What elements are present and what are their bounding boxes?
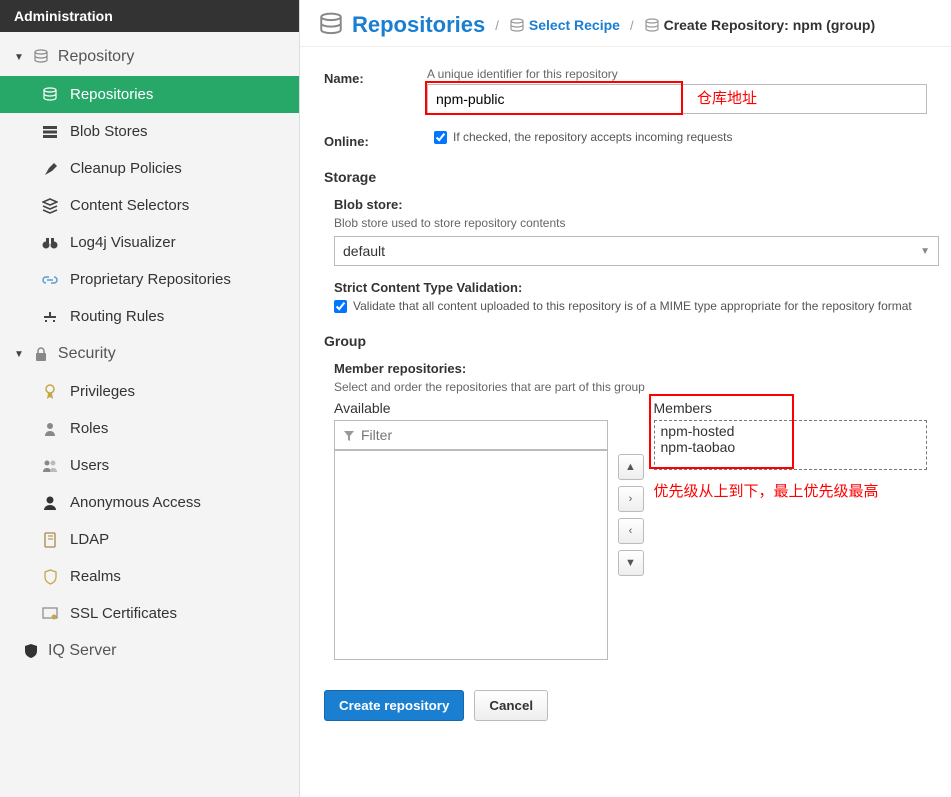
members-header: Members [654,400,928,416]
sidebar-item-privileges[interactable]: Privileges [0,373,299,410]
name-hint: A unique identifier for this repository [427,67,927,81]
strict-hint: Validate that all content uploaded to th… [353,299,912,313]
move-top-button[interactable]: ▲ [618,454,644,480]
strict-checkbox[interactable] [334,300,347,313]
sidebar-item-users[interactable]: Users [0,447,299,484]
annotation-priority: 优先级从上到下，最上优先级最高 [654,480,924,504]
server-icon [40,123,60,140]
medal-icon [40,383,60,400]
move-right-button[interactable]: › [618,486,644,512]
lock-icon [32,345,50,363]
shield-icon [40,568,60,585]
certificate-icon [40,605,60,622]
item-label: Routing Rules [70,308,164,325]
create-button[interactable]: Create repository [324,690,464,721]
group-repository[interactable]: ▼ Repository [0,38,299,76]
blob-value: default [343,243,385,259]
item-label: Content Selectors [70,197,189,214]
sidebar-item-content-selectors[interactable]: Content Selectors [0,187,299,224]
item-label: Blob Stores [70,123,148,140]
sidebar-item-ssl[interactable]: SSL Certificates [0,595,299,632]
member-item[interactable]: npm-hosted [661,423,921,439]
available-header: Available [334,400,608,416]
move-left-button[interactable]: ‹ [618,518,644,544]
group-iq[interactable]: IQ Server [0,632,299,670]
filter-input[interactable] [361,427,561,443]
admin-header: Administration [0,0,299,32]
cancel-button[interactable]: Cancel [474,690,548,721]
item-label: Anonymous Access [70,494,201,511]
breadcrumb: Repositories / Select Recipe / Create Re… [300,0,951,47]
book-icon [40,531,60,548]
crumb-current: Create Repository: npm (group) [664,17,876,33]
online-label: Online: [324,130,434,149]
routing-icon [40,308,60,325]
item-label: Realms [70,568,121,585]
item-label: Users [70,457,109,474]
members-list[interactable]: npm-hosted npm-taobao [654,420,928,470]
database-icon [318,12,344,38]
sidebar-item-ldap[interactable]: LDAP [0,521,299,558]
database-icon [40,86,60,103]
item-label: SSL Certificates [70,605,177,622]
item-label: Repositories [70,86,153,103]
storage-heading: Storage [324,169,927,185]
broom-icon [40,160,60,177]
sidebar-item-routing[interactable]: Routing Rules [0,298,299,335]
link-icon [40,271,60,288]
online-checkbox[interactable] [434,131,447,144]
sidebar-item-anon[interactable]: Anonymous Access [0,484,299,521]
layers-icon [40,197,60,214]
item-label: Log4j Visualizer [70,234,176,251]
item-label: Roles [70,420,108,437]
item-label: Cleanup Policies [70,160,182,177]
group-security[interactable]: ▼ Security [0,335,299,373]
chevron-down-icon: ▼ [920,246,930,257]
member-item[interactable]: npm-taobao [661,439,921,455]
sidebar-item-log4j[interactable]: Log4j Visualizer [0,224,299,261]
blob-hint: Blob store used to store repository cont… [334,216,927,230]
sidebar-item-realms[interactable]: Realms [0,558,299,595]
group-label: IQ Server [48,642,116,660]
users-icon [40,457,60,474]
sidebar-item-blob-stores[interactable]: Blob Stores [0,113,299,150]
sidebar-item-roles[interactable]: Roles [0,410,299,447]
name-label: Name: [324,67,427,86]
anon-icon [40,494,60,511]
sidebar: Administration ▼ Repository Repositories [0,0,300,797]
name-input[interactable] [427,84,927,114]
sidebar-item-proprietary[interactable]: Proprietary Repositories [0,261,299,298]
blob-label: Blob store: [334,197,927,212]
blob-select[interactable]: default ▼ [334,236,939,266]
online-hint: If checked, the repository accepts incom… [453,130,732,144]
item-label: LDAP [70,531,109,548]
member-label: Member repositories: [334,361,927,376]
available-list[interactable] [334,450,608,660]
caret-down-icon: ▼ [14,349,24,360]
caret-down-icon: ▼ [14,52,24,63]
page-title: Repositories [352,12,485,38]
database-icon [644,17,660,33]
strict-label: Strict Content Type Validation: [334,280,927,295]
role-icon [40,420,60,437]
item-label: Privileges [70,383,135,400]
database-icon [509,17,525,33]
group-label: Security [58,345,116,363]
move-bottom-button[interactable]: ▼ [618,550,644,576]
sidebar-item-cleanup[interactable]: Cleanup Policies [0,150,299,187]
content: Name: A unique identifier for this repos… [300,47,951,797]
filter-icon [343,428,355,443]
member-hint: Select and order the repositories that a… [334,380,927,394]
group-label: Repository [58,48,134,66]
binoculars-icon [40,234,60,251]
sidebar-item-repositories[interactable]: Repositories [0,76,299,113]
main: Repositories / Select Recipe / Create Re… [300,0,951,797]
crumb-select-recipe[interactable]: Select Recipe [529,17,620,33]
group-heading: Group [324,333,927,349]
database-icon [32,48,50,66]
item-label: Proprietary Repositories [70,271,231,288]
iq-shield-icon [22,642,40,660]
filter-box[interactable] [334,420,608,450]
